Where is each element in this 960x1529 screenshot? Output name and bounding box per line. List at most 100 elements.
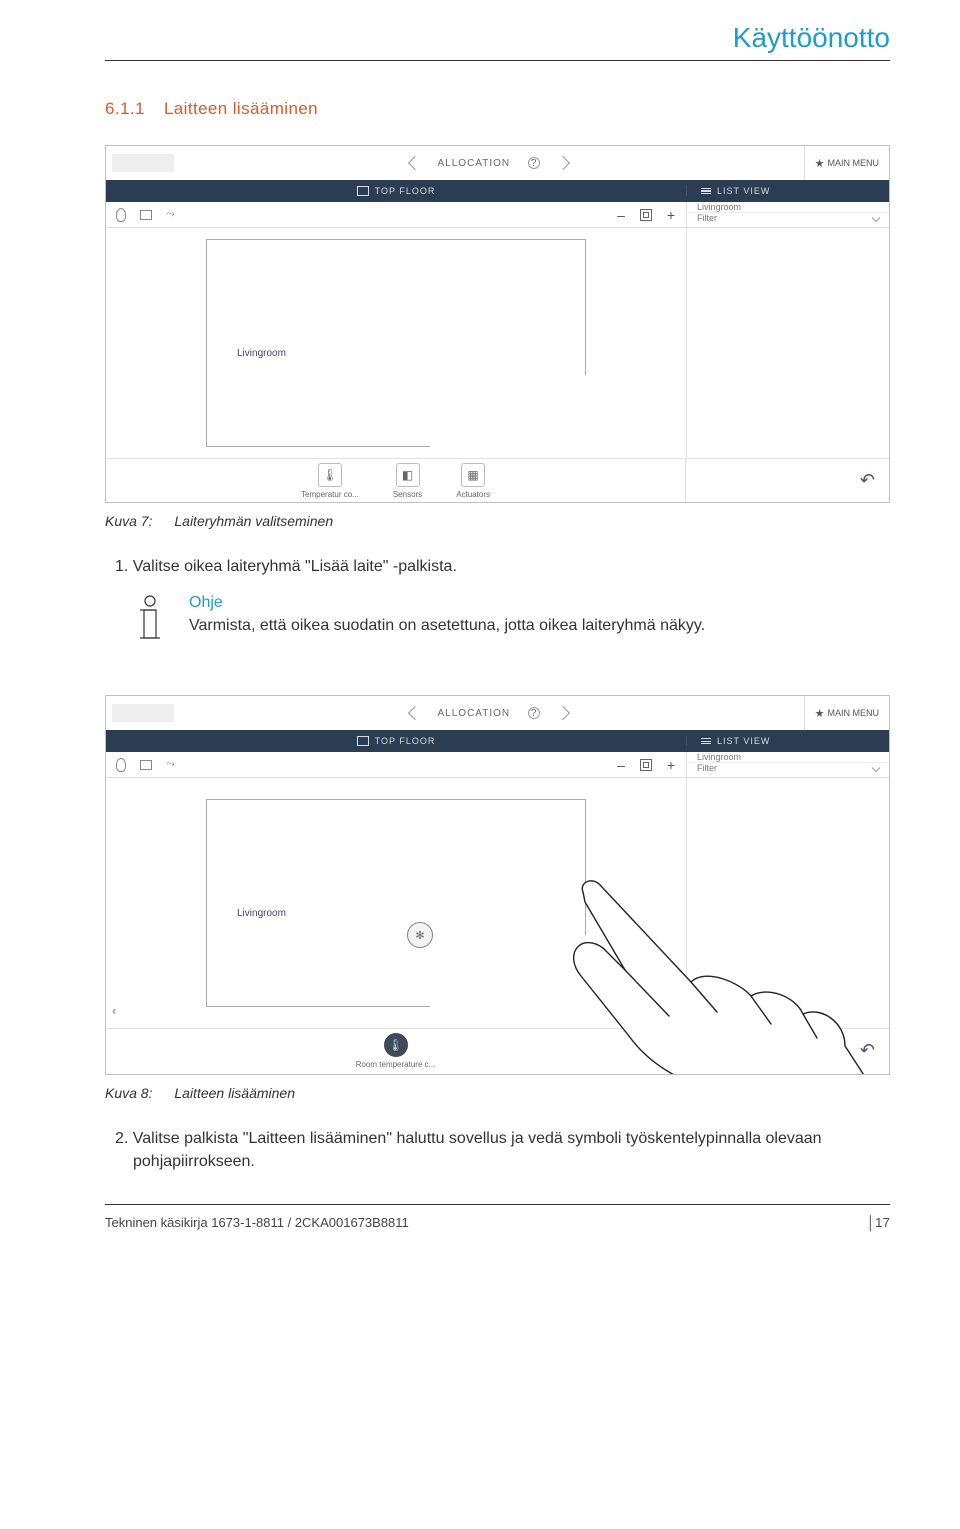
figure-label-2: Kuva 8: xyxy=(105,1085,152,1101)
side-row-filter[interactable]: Filter xyxy=(687,213,889,223)
header-rule xyxy=(105,60,890,61)
footer-page: │17 xyxy=(867,1215,890,1230)
temperature-icon: 🌡 xyxy=(318,463,342,487)
listview-label: LIST VIEW xyxy=(717,736,770,746)
app-logo xyxy=(112,704,174,722)
side-room-label: Livingroom xyxy=(697,202,741,212)
help-icon[interactable]: ? xyxy=(528,707,540,719)
figure-label-1: Kuva 7: xyxy=(105,513,152,529)
light-icon[interactable] xyxy=(116,758,126,772)
main-menu-label: MAIN MENU xyxy=(828,158,880,168)
nav-title: ALLOCATION xyxy=(438,158,511,169)
zoom-fit-button[interactable] xyxy=(640,209,652,221)
figure-caption-2: Kuva 8: Laitteen lisääminen xyxy=(105,1085,890,1101)
palette-item-actuators[interactable]: ▦ Actuators xyxy=(456,463,490,499)
screenshot-2: ALLOCATION ? ★ MAIN MENU TOP FLOOR LIST … xyxy=(105,695,890,1075)
footer-left: Tekninen käsikirja 1673-1-8811 / 2CKA001… xyxy=(105,1215,409,1230)
sensor-icon[interactable]: ⤳ xyxy=(166,208,175,221)
side-row-room[interactable]: Livingroom xyxy=(687,202,889,213)
side-room-label: Livingroom xyxy=(697,752,741,762)
device-palette: 🌡 Temperatur co... ◧ Sensors ▦ Actuators xyxy=(106,459,686,502)
room-label: Livingroom xyxy=(237,908,286,919)
nav-next-button[interactable] xyxy=(556,156,570,170)
roomtemp-icon: 🌡 xyxy=(384,1033,408,1057)
zoom-in-button[interactable]: + xyxy=(666,207,676,223)
palette-item-sensors[interactable]: ◧ Sensors xyxy=(393,463,422,499)
palette-item-temperature[interactable]: 🌡 Temperatur co... xyxy=(301,463,359,499)
list-icon xyxy=(701,188,711,195)
help-icon[interactable]: ? xyxy=(528,157,540,169)
nav-prev-button[interactable] xyxy=(407,156,421,170)
palette-prev-button[interactable]: ‹ xyxy=(112,1003,116,1018)
main-menu-button[interactable]: ★ MAIN MENU xyxy=(804,146,889,180)
list-icon xyxy=(701,738,711,745)
zoom-fit-button[interactable] xyxy=(640,759,652,771)
palette-label-sensors: Sensors xyxy=(393,490,422,499)
star-icon: ★ xyxy=(815,707,825,720)
back-button[interactable]: ↶ xyxy=(860,1040,875,1061)
sensor-icon[interactable]: ⤳ xyxy=(166,758,175,771)
app-topbar: ALLOCATION ? ★ MAIN MENU xyxy=(106,146,889,180)
floor-icon xyxy=(357,736,369,746)
light-icon[interactable] xyxy=(116,208,126,222)
blind-icon[interactable] xyxy=(140,210,152,220)
side-panel-body xyxy=(686,228,889,458)
zoom-out-button[interactable]: – xyxy=(616,207,626,223)
toolbar-left: ⤳ – + xyxy=(106,202,686,227)
listview-toggle[interactable]: LIST VIEW xyxy=(686,736,889,746)
floor-label: TOP FLOOR xyxy=(375,736,436,746)
nav-next-button[interactable] xyxy=(556,706,570,720)
screenshot-1: ALLOCATION ? ★ MAIN MENU TOP FLOOR LIST … xyxy=(105,145,890,503)
palette-label-roomtemp: Room temperature c... xyxy=(356,1060,436,1069)
side-filter-label: Filter xyxy=(697,213,717,223)
floor-bar: TOP FLOOR LIST VIEW xyxy=(106,180,889,202)
listview-toggle[interactable]: LIST VIEW xyxy=(686,186,889,196)
figure-text-2: Laitteen lisääminen xyxy=(174,1085,295,1101)
room-label: Livingroom xyxy=(237,348,286,359)
page-footer: Tekninen käsikirja 1673-1-8811 / 2CKA001… xyxy=(105,1204,890,1230)
palette-label-actuators: Actuators xyxy=(456,490,490,499)
step-1-text: 1. Valitse oikea laiteryhmä "Lisää laite… xyxy=(105,555,890,578)
chevron-down-icon xyxy=(872,764,880,772)
palette-item-roomtemp[interactable]: 🌡 Room temperature c... xyxy=(356,1033,436,1069)
main-menu-label: MAIN MENU xyxy=(828,708,880,718)
floor-label: TOP FLOOR xyxy=(375,186,436,196)
note-text: Varmista, että oikea suodatin on asetett… xyxy=(189,617,705,635)
page-header: Käyttöönotto xyxy=(105,0,890,60)
back-button[interactable]: ↶ xyxy=(860,470,875,491)
figure-text-1: Laiteryhmän valitseminen xyxy=(174,513,333,529)
side-row-filter[interactable]: Filter xyxy=(687,763,889,773)
main-menu-button[interactable]: ★ MAIN MENU xyxy=(804,696,889,730)
app-topbar: ALLOCATION ? ★ MAIN MENU xyxy=(106,696,889,730)
app-logo xyxy=(112,154,174,172)
figure-caption-1: Kuva 7: Laiteryhmän valitseminen xyxy=(105,513,890,529)
section-title: Laitteen lisääminen xyxy=(164,99,318,118)
palette-label-temperature: Temperatur co... xyxy=(301,490,359,499)
dragged-device-icon[interactable]: ✻ xyxy=(407,922,433,948)
nav-title: ALLOCATION xyxy=(438,708,511,719)
side-panel-body xyxy=(686,778,889,1028)
side-filter-label: Filter xyxy=(697,763,717,773)
floor-icon xyxy=(357,186,369,196)
chevron-down-icon xyxy=(872,214,880,222)
info-icon xyxy=(133,594,167,649)
listview-label: LIST VIEW xyxy=(717,186,770,196)
step-2-text: 2. Valitse palkista "Laitteen lisääminen… xyxy=(105,1127,890,1173)
nav-prev-button[interactable] xyxy=(407,706,421,720)
star-icon: ★ xyxy=(815,157,825,170)
section-heading: 6.1.1 Laitteen lisääminen xyxy=(105,99,890,119)
toolbar-left: ⤳ – + xyxy=(106,752,686,777)
blind-icon[interactable] xyxy=(140,760,152,770)
note-heading: Ohje xyxy=(189,594,705,612)
section-number: 6.1.1 xyxy=(105,99,145,118)
device-palette: 🌡 Room temperature c... xyxy=(106,1029,686,1072)
side-row-room[interactable]: Livingroom xyxy=(687,752,889,763)
note-box: Ohje Varmista, että oikea suodatin on as… xyxy=(133,594,890,649)
zoom-in-button[interactable]: + xyxy=(666,757,676,773)
zoom-out-button[interactable]: – xyxy=(616,757,626,773)
floorplan[interactable]: Livingroom ✻ xyxy=(206,799,586,1007)
floor-bar: TOP FLOOR LIST VIEW xyxy=(106,730,889,752)
actuators-icon: ▦ xyxy=(461,463,485,487)
sensors-palette-icon: ◧ xyxy=(396,463,420,487)
floorplan[interactable]: Livingroom xyxy=(206,239,586,447)
